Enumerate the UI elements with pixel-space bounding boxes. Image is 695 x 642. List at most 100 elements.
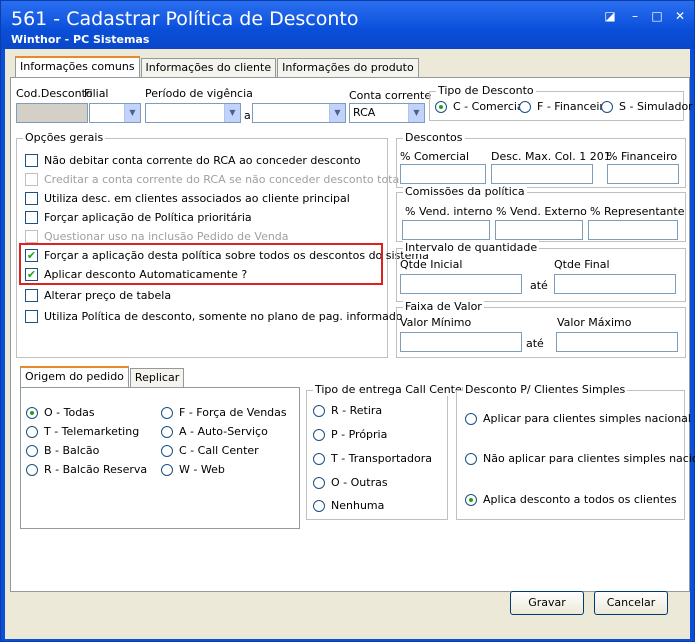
valor-maximo-input[interactable]	[556, 332, 678, 352]
radio-label: A - Auto-Serviço	[179, 425, 268, 438]
radio-dot-icon[interactable]	[26, 463, 38, 476]
desc-max-label: Desc. Max. Col. 1 201	[491, 150, 611, 163]
qtde-inicial-input[interactable]	[400, 274, 522, 294]
chk-creditar: Creditar a conta corrente do RCA se não …	[25, 173, 402, 186]
radio-dot-icon[interactable]	[26, 444, 38, 457]
close-icon[interactable]: ✕	[672, 9, 688, 23]
radio-dot-icon[interactable]	[313, 452, 325, 465]
checkbox-icon[interactable]	[25, 211, 38, 224]
chevron-down-icon[interactable]: ▼	[408, 104, 424, 122]
pct-vend-interno-input[interactable]	[402, 220, 490, 240]
radio-entrega-propria[interactable]: P - Própria	[313, 428, 387, 441]
maximize-icon[interactable]: □	[649, 9, 665, 23]
radio-dot-icon[interactable]	[313, 499, 325, 512]
radio-entrega-transportadora[interactable]: T - Transportadora	[313, 452, 432, 465]
radio-origem-web[interactable]: W - Web	[161, 463, 225, 476]
tab-informacoes-produto[interactable]: Informações do produto	[277, 58, 419, 77]
chevron-down-icon[interactable]: ▼	[224, 104, 240, 122]
radio-origem-balcao[interactable]: B - Balcão	[26, 444, 99, 457]
checkbox-icon[interactable]	[25, 192, 38, 205]
radio-label: T - Transportadora	[331, 452, 433, 465]
client-area: Informações comuns Informações do client…	[5, 49, 695, 639]
radio-dot-icon[interactable]	[601, 100, 613, 113]
radio-dot-icon[interactable]	[161, 463, 173, 476]
gravar-button[interactable]: Gravar	[510, 591, 584, 615]
chevron-down-icon[interactable]: ▼	[124, 104, 140, 122]
valor-minimo-input[interactable]	[400, 332, 522, 352]
radio-simples-aplicar[interactable]: Aplicar para clientes simples nacional	[465, 412, 691, 425]
radio-dot-icon[interactable]	[465, 412, 477, 425]
radio-label: Não aplicar para clientes simples nacion…	[483, 452, 695, 465]
highlight-box	[19, 243, 383, 285]
valor-minimo-label: Valor Mínimo	[400, 316, 472, 329]
radio-financeiro[interactable]: F - Financeiro	[519, 100, 610, 113]
radio-dot-icon[interactable]	[465, 493, 477, 506]
restore-icon[interactable]: ◪	[602, 9, 618, 23]
radio-dot-icon[interactable]	[313, 476, 325, 489]
radio-entrega-nenhuma[interactable]: Nenhuma	[313, 499, 384, 512]
tipo-entrega-title: Tipo de entrega Call Center	[313, 383, 469, 396]
radio-dot-icon[interactable]	[161, 406, 173, 419]
radio-origem-balcao-reserva[interactable]: R - Balcão Reserva	[26, 463, 147, 476]
pct-representante-input[interactable]	[588, 220, 678, 240]
radio-origem-call-center[interactable]: C - Call Center	[161, 444, 259, 457]
pct-vend-interno-label: % Vend. interno	[405, 205, 493, 218]
chk-politica-prioritaria[interactable]: Forçar aplicação de Política prioritária	[25, 211, 252, 224]
tab-informacoes-comuns[interactable]: Informações comuns	[15, 56, 140, 77]
checkbox-label: Creditar a conta corrente do RCA se não …	[44, 173, 403, 186]
radio-dot-icon[interactable]	[519, 100, 531, 113]
radio-label: T - Telemarketing	[44, 425, 140, 438]
radio-dot-icon[interactable]	[26, 425, 38, 438]
radio-entrega-outras[interactable]: O - Outras	[313, 476, 388, 489]
minimize-icon[interactable]: –	[627, 9, 643, 23]
desc-max-input[interactable]	[491, 164, 593, 184]
qtde-final-input[interactable]	[554, 274, 676, 294]
radio-label: B - Balcão	[44, 444, 100, 457]
tab-replicar[interactable]: Replicar	[129, 368, 185, 387]
chevron-down-icon[interactable]: ▼	[329, 104, 345, 122]
radio-simples-nao-aplicar[interactable]: Não aplicar para clientes simples nacion…	[465, 452, 695, 465]
radio-origem-telemarketing[interactable]: T - Telemarketing	[26, 425, 139, 438]
radio-entrega-retira[interactable]: R - Retira	[313, 404, 382, 417]
checkbox-icon[interactable]	[25, 154, 38, 167]
checkbox-icon[interactable]	[25, 310, 38, 323]
tab-origem-pedido[interactable]: Origem do pedido	[20, 366, 129, 387]
filial-combo[interactable]: ▼	[89, 103, 141, 123]
radio-dot-icon[interactable]	[465, 452, 477, 465]
pct-comercial-input[interactable]	[400, 164, 486, 184]
pct-vend-externo-input[interactable]	[495, 220, 583, 240]
radio-origem-todas[interactable]: O - Todas	[26, 406, 95, 419]
periodo-inicio-combo[interactable]: ▼	[145, 103, 241, 123]
radio-comercial[interactable]: C - Comercial	[435, 100, 527, 113]
radio-origem-forca-vendas[interactable]: F - Força de Vendas	[161, 406, 287, 419]
chk-plano-pagamento[interactable]: Utiliza Política de desconto, somente no…	[25, 310, 403, 323]
chk-clientes-associados[interactable]: Utiliza desc. em clientes associados ao …	[25, 192, 350, 205]
checkbox-icon[interactable]	[25, 289, 38, 302]
radio-dot-icon[interactable]	[313, 404, 325, 417]
radio-label: C - Call Center	[179, 444, 259, 457]
tab-informacoes-cliente[interactable]: Informações do cliente	[140, 58, 277, 77]
radio-dot-icon[interactable]	[161, 425, 173, 438]
descontos-title: Descontos	[403, 131, 465, 144]
faixa-valor-title: Faixa de Valor	[403, 300, 484, 313]
radio-dot-icon[interactable]	[161, 444, 173, 457]
window-title: 561 - Cadastrar Política de Desconto	[11, 8, 359, 30]
conta-corrente-combo[interactable]: RCA ▼	[349, 103, 425, 123]
pct-vend-externo-label: % Vend. Externo	[496, 205, 587, 218]
cod-desconto-label: Cod.Desconto	[16, 87, 93, 100]
tipo-desconto-group: Tipo de Desconto C - Comercial F - Finan…	[429, 84, 693, 121]
radio-dot-icon[interactable]	[435, 100, 447, 113]
pct-representante-label: % Representante	[590, 205, 685, 218]
cancelar-button[interactable]: Cancelar	[594, 591, 668, 615]
chk-nao-debitar[interactable]: Não debitar conta corrente do RCA ao con…	[25, 154, 361, 167]
radio-dot-icon[interactable]	[26, 406, 38, 419]
radio-simulador[interactable]: S - Simulador	[601, 100, 693, 113]
cod-desconto-input[interactable]	[16, 103, 88, 123]
chk-alterar-preco[interactable]: Alterar preço de tabela	[25, 289, 171, 302]
radio-dot-icon[interactable]	[313, 428, 325, 441]
descontos-group: Descontos % Comercial Desc. Max. Col. 1 …	[396, 131, 686, 188]
periodo-fim-combo[interactable]: ▼	[252, 103, 346, 123]
radio-simples-todos[interactable]: Aplica desconto a todos os clientes	[465, 493, 677, 506]
pct-financeiro-input[interactable]	[607, 164, 679, 184]
radio-origem-auto-servico[interactable]: A - Auto-Serviço	[161, 425, 268, 438]
